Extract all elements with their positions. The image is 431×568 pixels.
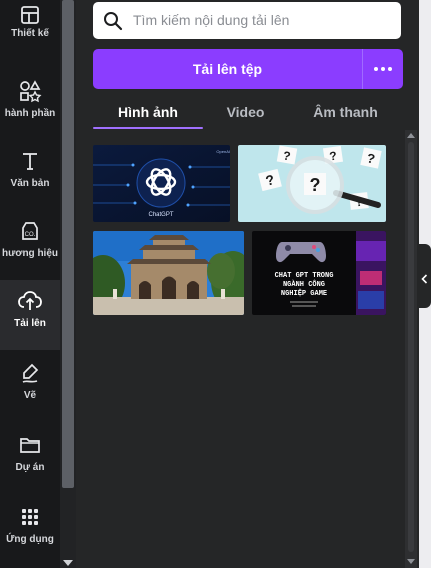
active-tab-indicator: [93, 127, 203, 129]
chevron-left-icon: [421, 271, 428, 289]
rail-item-draw[interactable]: Vẽ: [0, 352, 60, 422]
rail-item-projects[interactable]: Dự án: [0, 424, 60, 494]
rail-item-elements[interactable]: hành phần: [0, 70, 60, 140]
thumbnail-corner-text: OpenAI: [216, 149, 230, 154]
panel-scroll-track[interactable]: [408, 142, 414, 552]
rail-label: Văn bản: [10, 178, 50, 189]
thumbnail-question-marks[interactable]: ? ? ? ? ? ?: [238, 145, 386, 222]
thumbnail-title-line: CHAT GPT TRONG: [275, 272, 334, 280]
thumbnail-citadel-gate[interactable]: [93, 231, 244, 315]
template-icon: [0, 2, 60, 28]
more-options-button[interactable]: [363, 49, 403, 89]
scroll-up-arrow-icon[interactable]: [407, 133, 415, 138]
apps-icon: [0, 504, 60, 530]
more-dots-icon: [388, 67, 392, 71]
scroll-down-arrow-icon[interactable]: [63, 560, 73, 566]
thumbnail-caption: ChatGPT: [148, 212, 173, 218]
collapse-panel-button[interactable]: [418, 244, 431, 308]
text-icon: [0, 148, 60, 174]
side-rail: Thiết kế hành phần Văn bản CO. hương hiệ…: [0, 0, 60, 568]
rail-item-uploads[interactable]: Tải lên: [0, 280, 60, 350]
elements-icon: [0, 78, 60, 104]
thumbnail-chatgpt[interactable]: OpenAI ChatGPT: [93, 145, 230, 222]
thumbnail-chatgpt-gaming[interactable]: CHAT GPT TRONG NGÀNH CÔNG NGHIỆP GAME: [252, 231, 386, 315]
upload-cloud-icon: [0, 288, 60, 314]
question-mark: ?: [310, 175, 321, 195]
rail-label: hương hiệu: [1, 248, 58, 259]
more-dots-icon: [374, 67, 378, 71]
search-input[interactable]: [133, 10, 388, 30]
folder-icon: [0, 432, 60, 458]
rail-scroll-thumb[interactable]: [62, 0, 74, 488]
thumbnail-title-line: NGÀNH CÔNG: [283, 279, 325, 289]
rail-item-design[interactable]: Thiết kế: [0, 0, 60, 60]
rail-label: Thiết kế: [11, 28, 49, 39]
tab-audio[interactable]: Âm thanh: [288, 94, 403, 130]
upload-files-button[interactable]: Tải lên tệp: [93, 49, 362, 89]
rail-label: Tải lên: [14, 318, 46, 329]
search-box[interactable]: [93, 2, 401, 39]
brand-icon: CO.: [0, 218, 60, 244]
draw-icon: [0, 360, 60, 386]
rail-item-brand[interactable]: CO. hương hiệu: [0, 210, 60, 280]
svg-text:CO.: CO.: [25, 232, 36, 238]
rail-scrollbar[interactable]: [60, 0, 76, 568]
uploads-panel: Tải lên tệp Hình ảnh Video Âm thanh Open…: [76, 0, 419, 568]
rail-label: Vẽ: [23, 390, 37, 401]
rail-label: Dự án: [15, 462, 45, 473]
scroll-down-arrow-icon[interactable]: [407, 559, 415, 564]
rail-label: hành phần: [4, 108, 56, 119]
tab-images[interactable]: Hình ảnh: [93, 94, 203, 130]
rail-label: Ứng dụng: [6, 534, 54, 545]
search-icon: [103, 11, 123, 36]
media-tabs: Hình ảnh Video Âm thanh: [93, 94, 403, 130]
tab-video[interactable]: Video: [203, 94, 288, 130]
more-dots-icon: [381, 67, 385, 71]
thumbnail-title-line: NGHIỆP GAME: [281, 289, 327, 298]
rail-item-apps[interactable]: Ứng dụng: [0, 496, 60, 566]
panel-scrollbar[interactable]: [405, 130, 417, 568]
rail-item-text[interactable]: Văn bản: [0, 140, 60, 210]
